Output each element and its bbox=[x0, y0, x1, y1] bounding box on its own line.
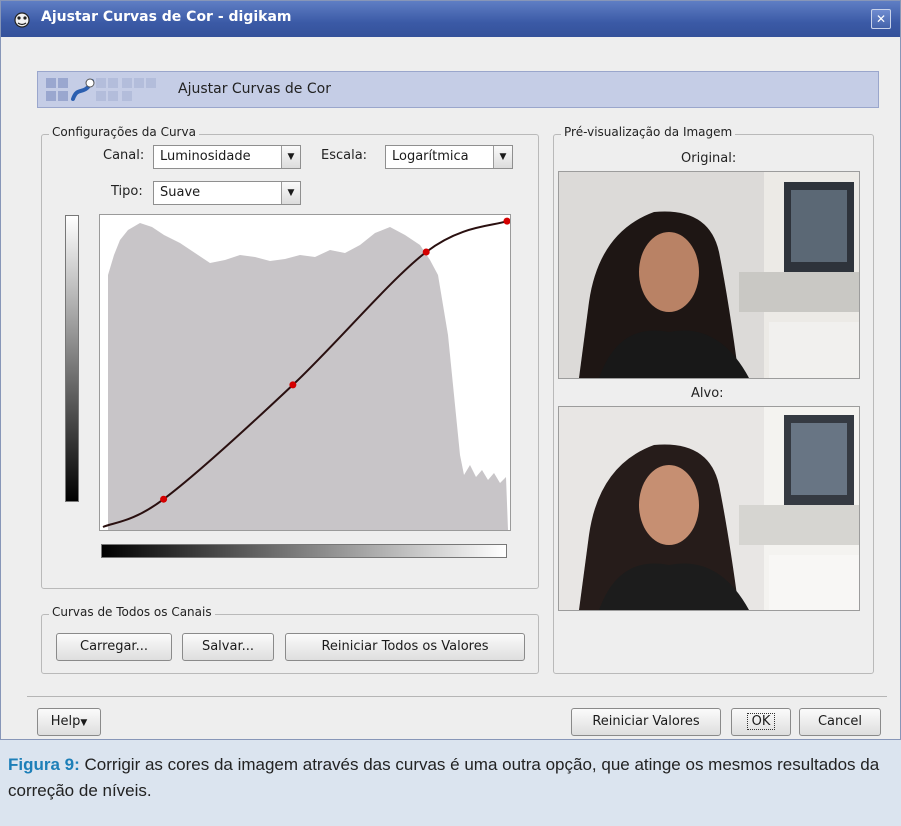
target-preview[interactable] bbox=[558, 406, 860, 611]
ok-label: OK bbox=[746, 713, 776, 730]
type-select[interactable]: Suave ▼ bbox=[153, 181, 301, 205]
curve-control-point[interactable] bbox=[422, 248, 430, 256]
type-value: Suave bbox=[160, 185, 201, 200]
header-band: Ajustar Curvas de Cor bbox=[37, 71, 879, 108]
curve-editor[interactable] bbox=[99, 214, 511, 531]
original-preview[interactable] bbox=[558, 171, 860, 379]
figure-caption: Figura 9: Corrigir as cores da imagem at… bbox=[0, 742, 901, 826]
output-gradient-bar bbox=[65, 215, 79, 502]
figure-number: Figura 9: bbox=[8, 755, 80, 774]
channel-value: Luminosidade bbox=[160, 149, 251, 164]
curve-canvas[interactable] bbox=[100, 215, 511, 530]
close-icon[interactable]: ✕ bbox=[871, 9, 891, 29]
curve-settings-label: Configurações da Curva bbox=[49, 125, 199, 139]
scale-select[interactable]: Logarítmica ▼ bbox=[385, 145, 513, 169]
curve-control-point[interactable] bbox=[289, 381, 297, 389]
save-button[interactable]: Salvar... bbox=[182, 633, 274, 661]
chevron-down-icon[interactable]: ▼ bbox=[281, 182, 300, 204]
caption-text: Corrigir as cores da imagem através das … bbox=[8, 755, 880, 800]
channel-select[interactable]: Luminosidade ▼ bbox=[153, 145, 301, 169]
cancel-button[interactable]: Cancel bbox=[799, 708, 881, 736]
type-label: Tipo: bbox=[111, 184, 143, 199]
dialog-window: Ajustar Curvas de Cor - digikam ✕ Ajusta… bbox=[0, 0, 901, 740]
reset-values-button[interactable]: Reiniciar Valores bbox=[571, 708, 721, 736]
header-title: Ajustar Curvas de Cor bbox=[178, 81, 331, 97]
load-button[interactable]: Carregar... bbox=[56, 633, 172, 661]
window-title: Ajustar Curvas de Cor - digikam bbox=[41, 9, 292, 25]
original-photo bbox=[559, 172, 859, 378]
footer-separator bbox=[27, 696, 887, 697]
title-bar[interactable]: Ajustar Curvas de Cor - digikam ✕ bbox=[1, 1, 900, 37]
help-label: Help bbox=[50, 714, 81, 729]
target-photo bbox=[559, 407, 859, 610]
channel-label: Canal: bbox=[103, 148, 145, 163]
curve-control-point[interactable] bbox=[503, 217, 511, 225]
target-label: Alvo: bbox=[691, 386, 724, 401]
original-label: Original: bbox=[681, 151, 737, 166]
curve-control-point[interactable] bbox=[160, 495, 168, 503]
chevron-down-icon[interactable]: ▼ bbox=[281, 146, 300, 168]
chevron-down-icon: ▼ bbox=[80, 718, 88, 728]
all-channels-label: Curvas de Todos os Canais bbox=[49, 605, 215, 619]
app-icon bbox=[11, 8, 33, 30]
histogram bbox=[108, 223, 508, 530]
chevron-down-icon[interactable]: ▼ bbox=[493, 146, 512, 168]
input-gradient-bar bbox=[101, 544, 507, 558]
help-button[interactable]: Help▼ bbox=[37, 708, 101, 736]
reset-all-button[interactable]: Reiniciar Todos os Valores bbox=[285, 633, 525, 661]
preview-label: Pré-visualização da Imagem bbox=[561, 125, 736, 139]
scale-value: Logarítmica bbox=[392, 149, 469, 164]
scale-label: Escala: bbox=[321, 148, 368, 163]
ok-button[interactable]: OK bbox=[731, 708, 791, 736]
